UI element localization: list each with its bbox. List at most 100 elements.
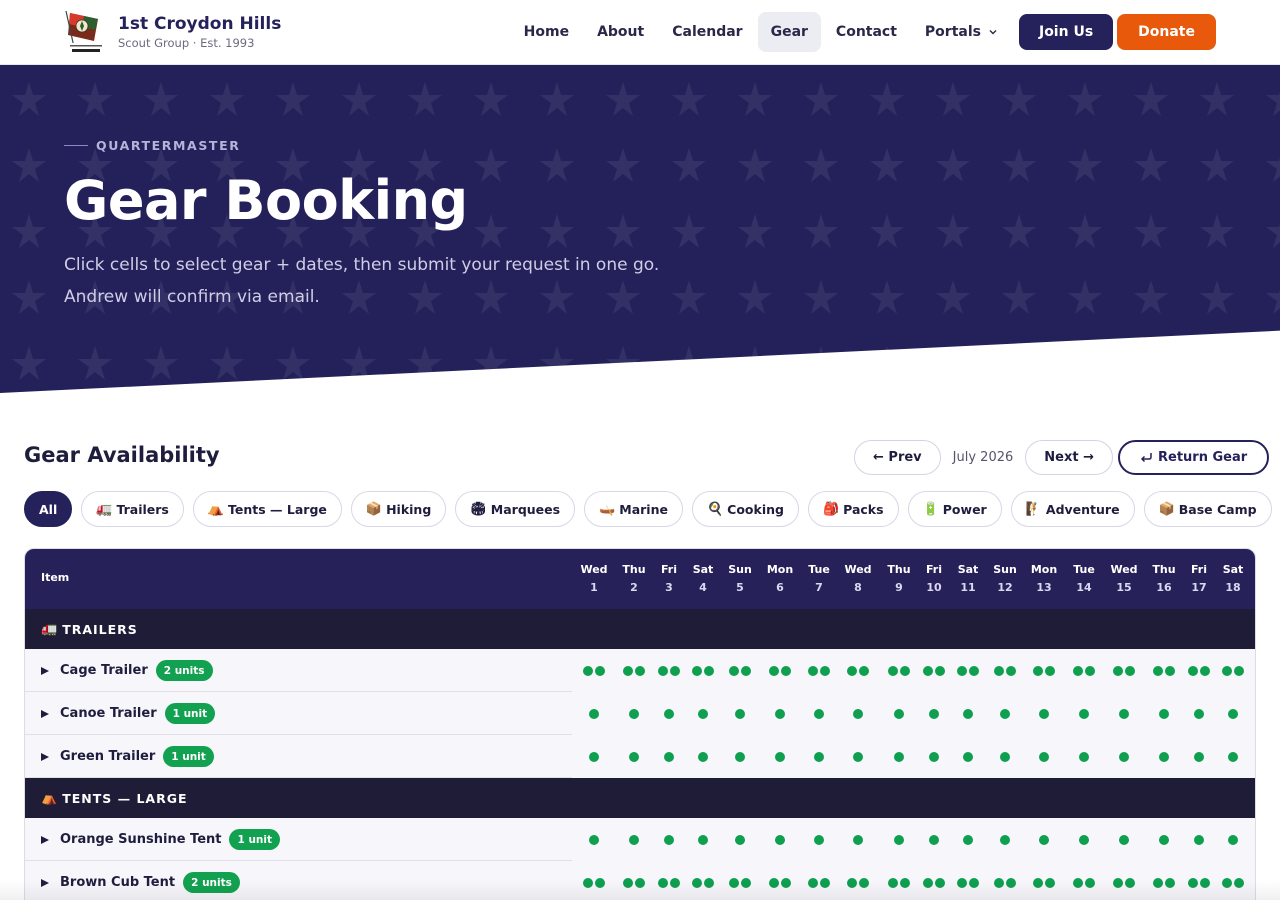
availability-cell[interactable] xyxy=(683,833,723,846)
availability-cell[interactable] xyxy=(614,664,654,677)
availability-cell[interactable] xyxy=(1104,707,1144,720)
availability-cell[interactable] xyxy=(1104,750,1144,763)
availability-cell[interactable] xyxy=(948,750,988,763)
availability-cell[interactable] xyxy=(985,833,1025,846)
item-expand-toggle[interactable]: Cage Trailer 2 units xyxy=(41,649,213,692)
availability-cell[interactable] xyxy=(799,750,839,763)
filter-chip-trailers[interactable]: 🚛 Trailers xyxy=(81,491,184,527)
availability-cell[interactable] xyxy=(1213,707,1253,720)
availability-cell[interactable] xyxy=(1064,833,1104,846)
availability-cell[interactable] xyxy=(614,707,654,720)
availability-cell[interactable] xyxy=(1064,750,1104,763)
availability-cell[interactable] xyxy=(838,833,878,846)
availability-cell[interactable] xyxy=(948,707,988,720)
availability-cell[interactable] xyxy=(1144,833,1184,846)
availability-cell[interactable] xyxy=(720,750,760,763)
availability-cell[interactable] xyxy=(1213,664,1253,677)
availability-cell[interactable] xyxy=(760,876,800,889)
nav-calendar[interactable]: Calendar xyxy=(659,12,755,52)
filter-chip-marquees[interactable]: 🏟 Marquees xyxy=(455,491,576,527)
prev-month-button[interactable]: ← Prev xyxy=(854,440,941,475)
availability-cell[interactable] xyxy=(799,876,839,889)
join-us-button[interactable]: Join Us xyxy=(1018,14,1114,50)
nav-gear[interactable]: Gear xyxy=(757,12,821,52)
availability-cell[interactable] xyxy=(1024,833,1064,846)
availability-cell[interactable] xyxy=(1104,876,1144,889)
availability-cell[interactable] xyxy=(1104,664,1144,677)
availability-cell[interactable] xyxy=(683,876,723,889)
availability-cell[interactable] xyxy=(720,707,760,720)
availability-cell[interactable] xyxy=(574,876,614,889)
availability-cell[interactable] xyxy=(614,876,654,889)
availability-cell[interactable] xyxy=(1024,876,1064,889)
availability-cell[interactable] xyxy=(838,876,878,889)
filter-chip-packs[interactable]: 🎒 Packs xyxy=(807,491,899,527)
availability-cell[interactable] xyxy=(879,876,919,889)
availability-cell[interactable] xyxy=(683,707,723,720)
scout-emblem-icon[interactable] xyxy=(64,9,108,55)
item-expand-toggle[interactable]: Orange Sunshine Tent 1 unit xyxy=(41,818,281,861)
availability-cell[interactable] xyxy=(799,664,839,677)
availability-cell[interactable] xyxy=(760,707,800,720)
filter-chip-cooking[interactable]: 🍳 Cooking xyxy=(691,491,799,527)
availability-cell[interactable] xyxy=(799,707,839,720)
availability-cell[interactable] xyxy=(879,750,919,763)
availability-cell[interactable] xyxy=(985,876,1025,889)
availability-cell[interactable] xyxy=(1064,707,1104,720)
availability-cell[interactable] xyxy=(720,664,760,677)
availability-cell[interactable] xyxy=(760,750,800,763)
availability-cell[interactable] xyxy=(1213,750,1253,763)
availability-cell[interactable] xyxy=(1144,876,1184,889)
availability-cell[interactable] xyxy=(1064,876,1104,889)
availability-cell[interactable] xyxy=(574,707,614,720)
availability-cell[interactable] xyxy=(1144,707,1184,720)
nav-about[interactable]: About xyxy=(584,12,657,52)
availability-cell[interactable] xyxy=(1064,664,1104,677)
availability-cell[interactable] xyxy=(760,833,800,846)
availability-cell[interactable] xyxy=(985,664,1025,677)
availability-cell[interactable] xyxy=(1024,664,1064,677)
brand-title[interactable]: 1st Croydon Hills xyxy=(118,14,281,34)
availability-cell[interactable] xyxy=(574,833,614,846)
availability-cell[interactable] xyxy=(574,664,614,677)
filter-chip-hiking[interactable]: 📦 Hiking xyxy=(350,491,447,527)
nav-contact[interactable]: Contact xyxy=(823,12,910,52)
availability-cell[interactable] xyxy=(948,833,988,846)
availability-cell[interactable] xyxy=(879,833,919,846)
availability-cell[interactable] xyxy=(683,664,723,677)
filter-chip-adventure[interactable]: 🧗 Adventure xyxy=(1010,491,1135,527)
availability-cell[interactable] xyxy=(879,664,919,677)
availability-cell[interactable] xyxy=(799,833,839,846)
availability-cell[interactable] xyxy=(879,707,919,720)
availability-cell[interactable] xyxy=(760,664,800,677)
next-month-button[interactable]: Next → xyxy=(1025,440,1113,475)
item-expand-toggle[interactable]: Green Trailer 1 unit xyxy=(41,735,214,778)
filter-chip-base-camp[interactable]: 📦 Base Camp xyxy=(1143,491,1272,527)
return-gear-button[interactable]: Return Gear xyxy=(1118,440,1270,475)
nav-portals-dropdown[interactable]: Portals xyxy=(912,12,1010,52)
availability-cell[interactable] xyxy=(838,707,878,720)
availability-cell[interactable] xyxy=(1144,750,1184,763)
nav-home[interactable]: Home xyxy=(511,12,582,52)
availability-cell[interactable] xyxy=(720,876,760,889)
availability-cell[interactable] xyxy=(948,876,988,889)
donate-button[interactable]: Donate xyxy=(1117,14,1216,50)
item-expand-toggle[interactable]: Canoe Trailer 1 unit xyxy=(41,692,216,735)
filter-chip-tents-large[interactable]: ⛺ Tents — Large xyxy=(192,491,342,527)
availability-cell[interactable] xyxy=(574,750,614,763)
availability-cell[interactable] xyxy=(985,750,1025,763)
availability-cell[interactable] xyxy=(1024,750,1064,763)
availability-cell[interactable] xyxy=(838,750,878,763)
availability-cell[interactable] xyxy=(1144,664,1184,677)
availability-cell[interactable] xyxy=(614,750,654,763)
availability-cell[interactable] xyxy=(683,750,723,763)
filter-chip-power[interactable]: 🔋 Power xyxy=(907,491,1002,527)
availability-cell[interactable] xyxy=(1104,833,1144,846)
availability-cell[interactable] xyxy=(1024,707,1064,720)
availability-cell[interactable] xyxy=(720,833,760,846)
item-expand-toggle[interactable]: Brown Cub Tent 2 units xyxy=(41,861,240,900)
filter-chip-marine[interactable]: 🛶 Marine xyxy=(584,491,683,527)
filter-chip-all[interactable]: All xyxy=(24,491,73,527)
availability-cell[interactable] xyxy=(614,833,654,846)
availability-cell[interactable] xyxy=(1213,876,1253,889)
